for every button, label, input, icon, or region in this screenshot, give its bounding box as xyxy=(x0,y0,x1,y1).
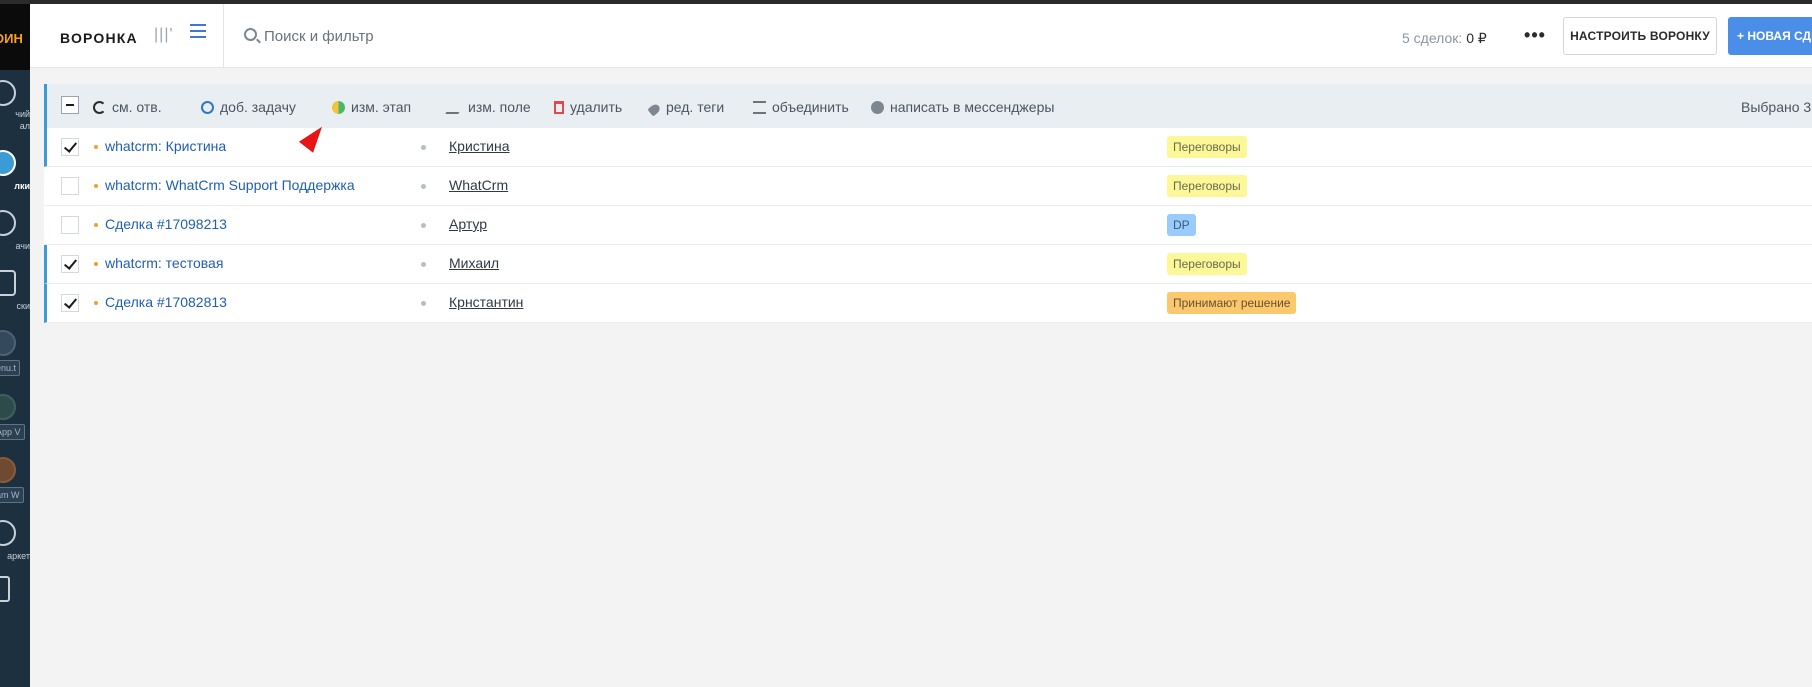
row-status-dot xyxy=(94,184,98,188)
contact-link[interactable]: WhatCrm xyxy=(449,177,508,193)
row-status-dot xyxy=(94,262,98,266)
wrench-icon xyxy=(0,576,10,602)
sidebar-item-marketplace[interactable]: аркет xyxy=(0,520,30,580)
new-deal-button[interactable]: + НОВАЯ СДЕЛКА xyxy=(1728,17,1812,55)
stage-badge: Переговоры xyxy=(1167,253,1247,275)
table-row[interactable]: Сделка #17082813 Крнстантин Принимают ре… xyxy=(44,284,1812,323)
contact-link[interactable]: Артур xyxy=(449,216,487,232)
bulk-action-bar: см. отв. доб. задачу изм. этап изм. поле… xyxy=(44,84,1812,128)
selected-count: Выбрано 3 xyxy=(1741,99,1812,115)
clock-icon xyxy=(201,101,214,114)
sidebar-item-deals[interactable]: лки xyxy=(0,150,30,210)
contact-link[interactable]: Крнстантин xyxy=(449,294,523,310)
contact-link[interactable]: Кристина xyxy=(449,138,510,154)
header-divider xyxy=(223,4,224,68)
sidebar-item-widget-menu[interactable]: enu.t xyxy=(0,330,30,390)
table-row[interactable]: whatcrm: WhatCrm Support Поддержка WhatC… xyxy=(44,167,1812,206)
deselect-all-checkbox[interactable] xyxy=(61,96,79,114)
chat-icon xyxy=(871,101,884,114)
whatsapp-icon xyxy=(0,394,16,420)
tag-icon xyxy=(647,102,662,117)
table-row[interactable]: whatcrm: тестовая Михаил Переговоры xyxy=(44,245,1812,284)
write-messengers-action[interactable]: написать в мессенджеры xyxy=(871,99,1054,115)
pencil-icon xyxy=(445,101,466,114)
row-checkbox[interactable] xyxy=(61,216,79,234)
change-stage-action[interactable]: изм. этап xyxy=(332,99,411,115)
list-view-icon[interactable] xyxy=(190,24,206,42)
deal-name-link[interactable]: Сделка #17098213 xyxy=(105,216,227,232)
deal-name-link[interactable]: whatcrm: тестовая xyxy=(105,255,223,271)
row-checkbox[interactable] xyxy=(61,255,79,273)
deal-name-link[interactable]: whatcrm: Кристина xyxy=(105,138,226,154)
table-row[interactable]: Сделка #17098213 Артур DP xyxy=(44,206,1812,245)
top-header: ВОРОНКА |||' 5 сделок: 0 ₽ ••• НАСТРОИТЬ… xyxy=(30,4,1812,68)
contact-dot xyxy=(421,262,426,267)
merge-icon xyxy=(753,101,766,114)
more-button[interactable]: ••• xyxy=(1520,22,1550,52)
deal-name-link[interactable]: Сделка #17082813 xyxy=(105,294,227,310)
stage-badge: Переговоры xyxy=(1167,136,1247,158)
logo[interactable]: ОИН xyxy=(0,4,30,70)
sidebar-item-lists[interactable]: ски xyxy=(0,270,30,330)
row-checkbox[interactable] xyxy=(61,138,79,156)
search-bar[interactable] xyxy=(244,25,644,50)
contact-dot xyxy=(421,184,426,189)
row-status-dot xyxy=(94,301,98,305)
contact-link[interactable]: Михаил xyxy=(449,255,499,271)
search-icon xyxy=(244,28,257,41)
widget-icon xyxy=(0,330,16,356)
deals-sum: 0 ₽ xyxy=(1466,30,1487,46)
deals-summary: 5 сделок: 0 ₽ xyxy=(1402,30,1487,47)
row-checkbox[interactable] xyxy=(61,177,79,195)
add-task-action[interactable]: доб. задачу xyxy=(201,99,296,115)
contact-dot xyxy=(421,223,426,228)
change-responsible-action[interactable]: см. отв. xyxy=(93,99,162,115)
setup-pipeline-button[interactable]: НАСТРОИТЬ ВОРОНКУ xyxy=(1563,17,1717,55)
row-status-dot xyxy=(94,223,98,227)
stage-badge: Принимают решение xyxy=(1167,292,1297,314)
sidebar-item-tasks[interactable]: ачи xyxy=(0,210,30,270)
dashboard-icon xyxy=(0,80,16,106)
stage-icon xyxy=(332,101,345,114)
delete-action[interactable]: удалить xyxy=(554,99,622,115)
marketplace-icon xyxy=(0,520,16,546)
page-title: ВОРОНКА xyxy=(60,30,138,46)
deals-count-label: 5 сделок: xyxy=(1402,30,1463,46)
telegram-icon xyxy=(0,457,16,483)
refresh-icon xyxy=(93,101,106,114)
stage-badge: Переговоры xyxy=(1167,175,1247,197)
tasks-icon xyxy=(0,210,16,236)
lists-icon xyxy=(0,270,16,296)
stage-badge: DP xyxy=(1167,214,1196,236)
sidebar-item-whatsapp[interactable]: App V xyxy=(0,394,30,454)
edit-tags-action[interactable]: ред. теги xyxy=(647,99,724,117)
deals-icon xyxy=(0,150,16,176)
sidebar-item-dashboard[interactable]: чий ал xyxy=(0,80,30,140)
contact-dot xyxy=(421,301,426,306)
trash-icon xyxy=(554,101,564,114)
row-status-dot xyxy=(94,145,98,149)
search-input[interactable] xyxy=(264,25,624,47)
row-checkbox[interactable] xyxy=(61,294,79,312)
kanban-view-icon[interactable]: |||' xyxy=(154,26,174,44)
left-sidebar: ОИН чий ал лки ачи ски enu.t App V am W … xyxy=(0,4,30,687)
change-field-action[interactable]: изм. поле xyxy=(445,99,531,115)
sidebar-item-settings[interactable] xyxy=(0,576,30,636)
sidebar-item-telegram[interactable]: am W xyxy=(0,457,30,517)
deal-name-link[interactable]: whatcrm: WhatCrm Support Поддержка xyxy=(105,177,355,193)
merge-action[interactable]: объединить xyxy=(753,99,849,115)
deals-list: см. отв. доб. задачу изм. этап изм. поле… xyxy=(44,84,1812,323)
contact-dot xyxy=(421,145,426,150)
